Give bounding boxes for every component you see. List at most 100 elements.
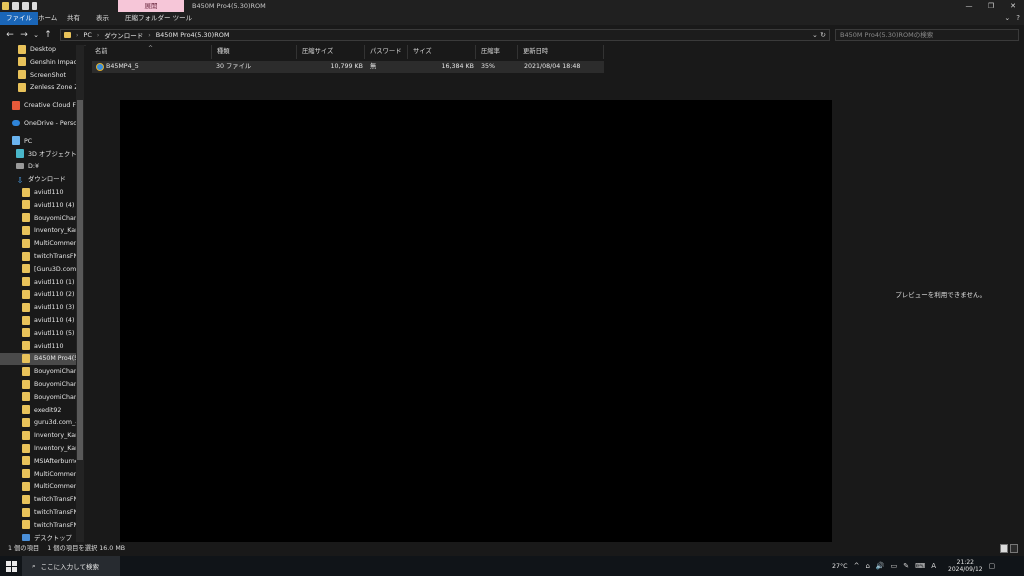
large-icons-view-icon[interactable] (1010, 544, 1018, 553)
nav-item[interactable]: twitchTransFN_ (0, 507, 76, 519)
address-bar[interactable]: › PC › ダウンロード › B450M Pro4(5.30)ROM ⌄ ↻ (60, 29, 830, 41)
tab-home[interactable]: ホーム (32, 12, 63, 25)
keyboard-icon[interactable]: ⌨ (915, 562, 925, 570)
nav-item[interactable]: twitchTransFN_ (0, 494, 76, 506)
undo-icon[interactable] (32, 2, 37, 10)
column-header-size[interactable]: サイズ (408, 45, 476, 59)
windows-start-icon[interactable] (0, 556, 22, 576)
column-header-ratio[interactable]: 圧縮率 (476, 45, 518, 59)
taskbar-search-placeholder: ここに入力して検索 (40, 563, 99, 571)
nav-item-label: BouyomiChan_ (34, 368, 76, 376)
breadcrumb-current[interactable]: B450M Pro4(5.30)ROM (156, 31, 230, 39)
nav-item[interactable]: OneDrive - Person (0, 118, 76, 130)
taskbar-search[interactable]: ⌕ ここに入力して検索 (22, 556, 120, 576)
nav-item[interactable]: Inventory_Kam (0, 430, 76, 442)
nav-item[interactable]: MultiComment (0, 469, 76, 481)
breadcrumb-downloads[interactable]: ダウンロード (104, 30, 143, 40)
column-header-modified[interactable]: 更新日時 (518, 45, 604, 59)
nav-item[interactable]: BouyomiChan_ (0, 366, 76, 378)
nav-item[interactable]: [Guru3D.com]- (0, 264, 76, 276)
nav-item[interactable]: ScreenShot (0, 70, 76, 82)
expand-ribbon-icon[interactable]: ⌄ (1004, 12, 1010, 25)
back-icon[interactable]: ← (4, 29, 16, 41)
volume-icon[interactable]: 🔊 (876, 562, 885, 570)
nav-item[interactable]: aviutl110 (2) (0, 289, 76, 301)
nav-item-label: guru3d.com_-r (34, 419, 76, 427)
nav-item[interactable]: MultiComment (0, 238, 76, 250)
breadcrumb-pc[interactable]: PC (83, 31, 91, 39)
window-controls: — ❐ ✕ (958, 0, 1024, 12)
nav-item[interactable]: Genshin Impact (0, 57, 76, 69)
nav-item[interactable]: デスクトップ (0, 533, 76, 542)
nav-scrollbar-thumb[interactable] (77, 100, 83, 460)
nav-item[interactable]: twitchTransFN_ (0, 520, 76, 532)
up-icon[interactable]: ↑ (42, 29, 54, 41)
battery-icon[interactable]: ▭ (891, 562, 898, 570)
folder-icon (22, 353, 30, 363)
pc-icon (12, 136, 20, 146)
tab-compressed-folder-tools[interactable]: 圧縮フォルダー ツール (119, 12, 198, 25)
new-folder-icon[interactable] (22, 2, 29, 10)
pen-icon[interactable]: ✎ (903, 562, 909, 570)
nav-item[interactable]: aviutl110 (4) (0, 200, 76, 212)
nav-item[interactable]: BouyomiChan_ (0, 213, 76, 225)
table-row[interactable]: B45MP4_5 30 ファイル 10,799 KB 無 16,384 KB 3… (92, 61, 604, 73)
nav-item[interactable]: Zenless Zone Ze (0, 82, 76, 94)
restore-button[interactable]: ❐ (980, 0, 1002, 12)
folder-icon (22, 315, 30, 325)
refresh-icon[interactable]: ⌄ ↻ (812, 30, 826, 40)
nav-item[interactable]: 3D オブジェクト (0, 149, 76, 161)
search-input[interactable]: B450M Pro4(5.30)ROMの検索 (835, 29, 1019, 41)
ribbon-right: ⌄ ? (1004, 12, 1020, 25)
nav-item[interactable]: guru3d.com_-r (0, 417, 76, 429)
nav-item[interactable]: Desktop (0, 45, 76, 56)
details-view-icon[interactable] (1000, 544, 1008, 553)
properties-icon[interactable] (12, 2, 19, 10)
blacked-out-region (120, 100, 832, 576)
nav-item[interactable]: MultiComment (0, 481, 76, 493)
context-tab-extract[interactable]: 展開 (118, 0, 184, 12)
show-hidden-icons-icon[interactable]: ^ (854, 562, 860, 570)
column-header-compressed-size[interactable]: 圧縮サイズ (297, 45, 365, 59)
nav-item[interactable]: aviutl110 (1) (0, 277, 76, 289)
minimize-button[interactable]: — (958, 0, 980, 12)
forward-icon[interactable]: → (18, 29, 30, 41)
column-header-password[interactable]: パスワード保... (365, 45, 408, 69)
nav-item[interactable]: D:¥ (0, 161, 76, 173)
nav-item[interactable]: B450M Pro4(5. (0, 353, 76, 366)
nav-item[interactable]: aviutl110 (0, 341, 76, 353)
nav-item-label: aviutl110 (4) (34, 201, 75, 209)
nav-item[interactable]: aviutl110 (5) (0, 328, 76, 340)
nav-item[interactable]: Creative Cloud File (0, 100, 76, 112)
nav-item[interactable]: ⇩ ダウンロード (0, 174, 76, 186)
notifications-icon[interactable]: ▢ (989, 562, 996, 570)
weather-temperature[interactable]: 27°C (832, 563, 848, 570)
nav-item[interactable]: Inventory_Kam (0, 225, 76, 237)
column-header-type[interactable]: 種類 (212, 45, 297, 59)
ime-mode-icon[interactable]: A (931, 562, 936, 570)
nav-item[interactable]: aviutl110 (0, 187, 76, 199)
view-toggle (1000, 544, 1018, 553)
sort-caret-icon: ^ (148, 45, 154, 52)
nav-item[interactable]: Inventory_Kam (0, 443, 76, 455)
tab-view[interactable]: 表示 (90, 12, 115, 25)
nav-item[interactable]: BouyomiChan_ (0, 379, 76, 391)
network-icon[interactable]: ⌂ (865, 562, 869, 570)
file-modified: 2021/08/04 18:48 (524, 63, 581, 70)
nav-item[interactable]: aviutl110 (4) (0, 315, 76, 327)
nav-item[interactable]: aviutl110 (3) (0, 302, 76, 314)
folder-icon (22, 379, 30, 389)
nav-item[interactable]: MSIAfterburne (0, 456, 76, 468)
nav-item[interactable]: twitchTransFN_ (0, 251, 76, 263)
nav-item-label: Inventory_Kam (34, 227, 76, 235)
nav-item[interactable]: BouyomiChan_ (0, 392, 76, 404)
file-password: 無 (370, 63, 377, 70)
nav-item-label: ダウンロード (28, 176, 66, 184)
tab-share[interactable]: 共有 (61, 12, 86, 25)
nav-item[interactable]: PC (0, 136, 76, 148)
clock[interactable]: 21:22 2024/09/12 (948, 559, 983, 573)
help-icon[interactable]: ? (1016, 12, 1020, 25)
recent-locations-icon[interactable]: ⌄ (30, 29, 42, 41)
nav-item[interactable]: exedit92 (0, 405, 76, 417)
close-button[interactable]: ✕ (1002, 0, 1024, 12)
